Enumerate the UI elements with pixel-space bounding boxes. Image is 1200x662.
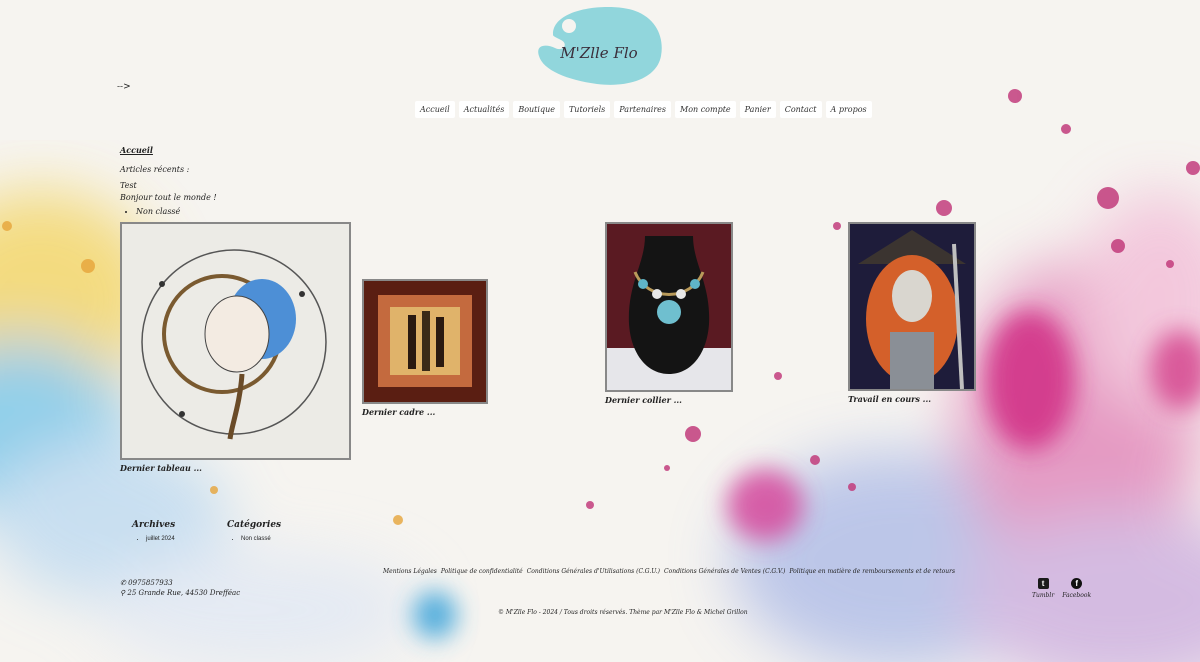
nav-item-tutoriels[interactable]: Tutoriels — [563, 101, 611, 118]
legal-link-mentions[interactable]: Mentions Légales — [383, 568, 437, 575]
categories-widget: Catégories Non classé — [227, 520, 281, 542]
main-nav: Accueil Actualités Boutique Tutoriels Pa… — [415, 101, 872, 118]
recent-heading: Articles récents : — [120, 165, 190, 174]
nav-item-contact[interactable]: Contact — [779, 101, 822, 118]
archives-title: Archives — [132, 520, 176, 530]
archives-widget: Archives juillet 2024 — [132, 520, 175, 542]
painting-image[interactable] — [120, 222, 351, 460]
site-logo[interactable]: M'Zlle Flo — [533, 4, 665, 88]
legal-link-cgv[interactable]: Conditions Générales de Ventes (C.G.V.) — [664, 568, 785, 575]
categories-title: Catégories — [227, 520, 282, 530]
gallery-card-cadre[interactable]: Dernier cadre ... — [362, 279, 488, 417]
breadcrumb[interactable]: Accueil — [120, 145, 153, 155]
nav-item-partenaires[interactable]: Partenaires — [614, 101, 671, 118]
gallery-card-collier[interactable]: Dernier collier ... — [605, 222, 733, 405]
frame-image[interactable] — [362, 279, 488, 404]
tumblr-label[interactable]: Tumblr — [1032, 592, 1054, 599]
caption-travail[interactable]: Travail en cours ... — [848, 394, 976, 404]
phone-icon: ✆ — [120, 579, 126, 587]
caption-collier[interactable]: Dernier collier ... — [605, 395, 733, 405]
legal-link-remboursements[interactable]: Politique en matière de remboursements e… — [789, 568, 955, 575]
phone-number[interactable]: 0975857933 — [128, 579, 173, 587]
gallery-card-travail[interactable]: Travail en cours ... — [848, 222, 976, 404]
category-footer-link[interactable]: Non classé — [241, 536, 281, 542]
nav-item-actualites[interactable]: Actualités — [458, 101, 510, 118]
category-link[interactable]: Non classé — [136, 206, 217, 218]
work-in-progress-image[interactable] — [848, 222, 976, 391]
legal-link-confidentialite[interactable]: Politique de confidentialité — [441, 568, 523, 575]
legal-links: Mentions Légales Politique de confidenti… — [383, 568, 955, 575]
social-tumblr[interactable]: t Tumblr — [1032, 578, 1054, 599]
recent-item-test[interactable]: Test — [120, 180, 217, 192]
necklace-image[interactable] — [605, 222, 733, 392]
copyright: © M'Zlle Flo - 2024 / Tous droits réserv… — [498, 609, 748, 616]
stray-text: --> — [117, 82, 131, 92]
recent-articles: Articles récents : Test Bonjour tout le … — [120, 164, 217, 218]
location-icon: ⚲ — [120, 589, 126, 597]
recent-item-bonjour[interactable]: Bonjour tout le monde ! — [120, 192, 217, 204]
tumblr-icon[interactable]: t — [1037, 578, 1049, 589]
social-links: t Tumblr f Facebook — [1032, 578, 1091, 599]
nav-item-a-propos[interactable]: A propos — [825, 101, 872, 118]
nav-item-mon-compte[interactable]: Mon compte — [675, 101, 736, 118]
legal-link-cgu[interactable]: Conditions Générales d'Utilisations (C.G… — [527, 568, 660, 575]
contact-info: ✆ 0975857933 ⚲ 25 Grande Rue, 44530 Dref… — [120, 578, 240, 598]
facebook-icon[interactable]: f — [1071, 578, 1083, 589]
nav-item-boutique[interactable]: Boutique — [513, 101, 560, 118]
caption-cadre[interactable]: Dernier cadre ... — [362, 407, 488, 417]
nav-item-accueil[interactable]: Accueil — [415, 101, 455, 118]
logo-text: M'Zlle Flo — [559, 44, 637, 62]
address: 25 Grande Rue, 44530 Drefféac — [127, 589, 241, 597]
nav-item-panier[interactable]: Panier — [739, 101, 776, 118]
gallery-card-tableau[interactable]: Dernier tableau ... — [120, 222, 351, 473]
archive-link[interactable]: juillet 2024 — [146, 536, 175, 542]
caption-tableau[interactable]: Dernier tableau ... — [120, 463, 351, 473]
facebook-label[interactable]: Facebook — [1062, 592, 1091, 599]
social-facebook[interactable]: f Facebook — [1062, 578, 1091, 599]
